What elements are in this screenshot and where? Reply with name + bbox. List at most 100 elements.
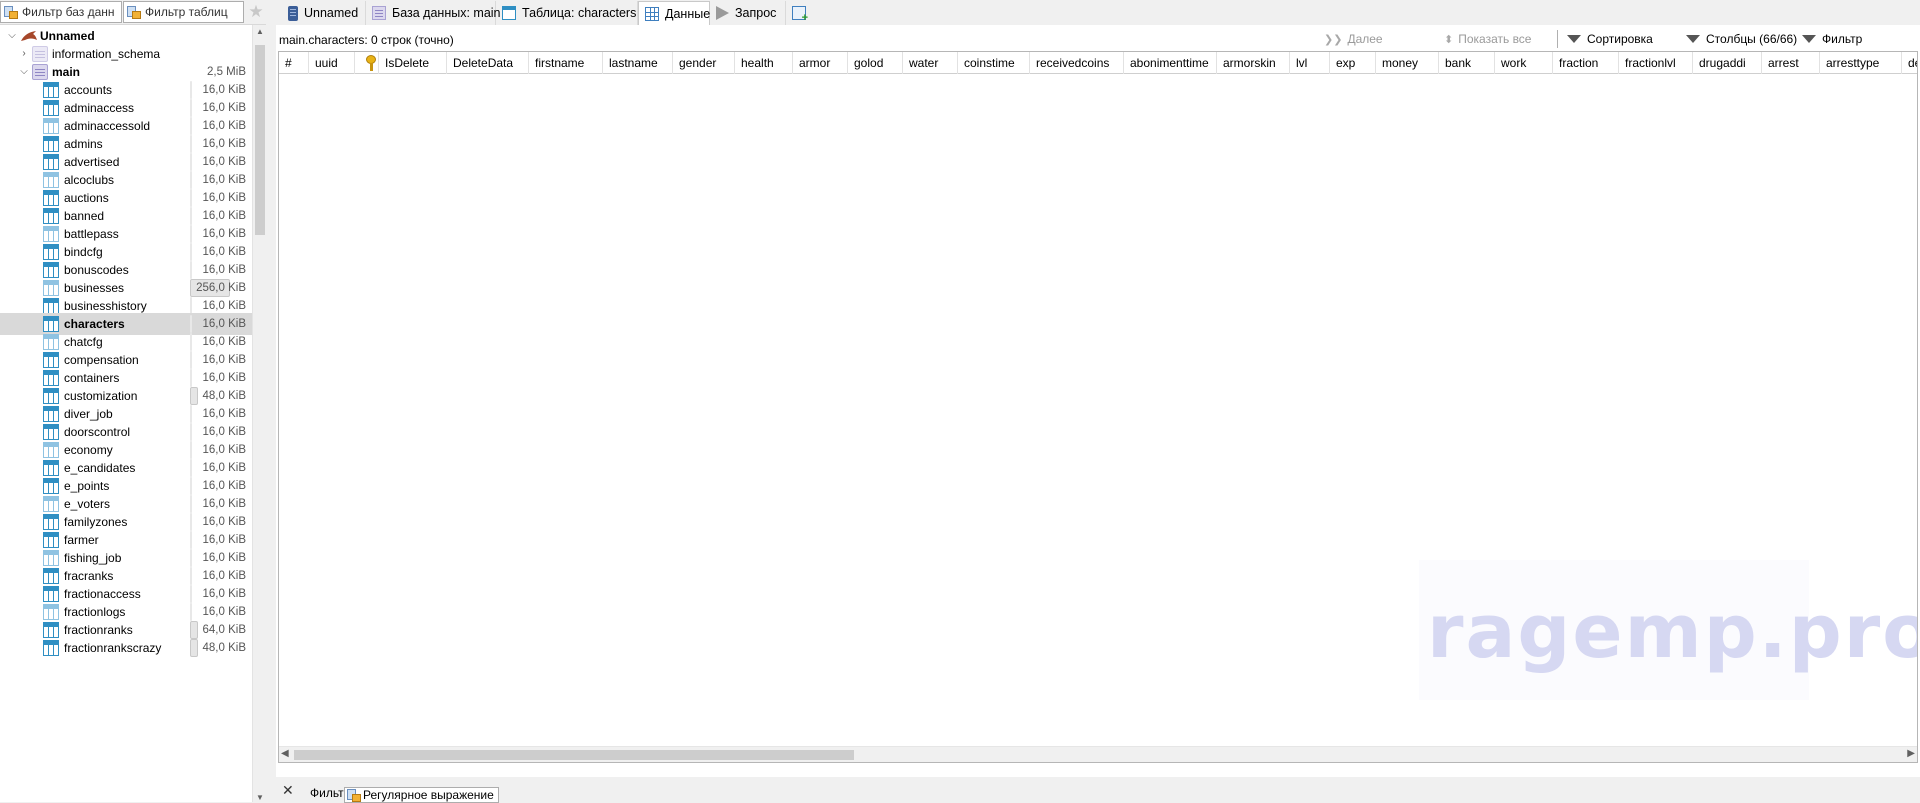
- close-icon[interactable]: ✕: [282, 783, 294, 797]
- column-header-label: golod: [854, 56, 884, 70]
- chevron-right-icon[interactable]: ›: [18, 47, 30, 61]
- column-header[interactable]: der: [1902, 52, 1917, 74]
- column-header[interactable]: money: [1376, 52, 1439, 74]
- column-header[interactable]: golod: [848, 52, 903, 74]
- favorites-star-icon[interactable]: ★: [246, 2, 266, 22]
- column-header-label: armorskin: [1223, 56, 1276, 70]
- next-button[interactable]: ❯❯ Далее: [1324, 30, 1383, 48]
- database-filter-input[interactable]: Фильтр баз данн: [0, 1, 122, 23]
- tab-server[interactable]: Unnamed: [282, 1, 366, 25]
- regex-filter-input[interactable]: Регулярное выражение: [344, 787, 499, 803]
- data-grid[interactable]: # uuid IsDelete DeleteData firstname lastname…: [278, 51, 1918, 763]
- scroll-down-icon[interactable]: ▼: [253, 793, 267, 802]
- column-header[interactable]: fractionlvl: [1619, 52, 1693, 74]
- tab-query[interactable]: Запрос: [710, 1, 786, 25]
- horizontal-scroll-thumb[interactable]: [294, 750, 854, 760]
- tree-scroll-thumb[interactable]: [255, 45, 265, 235]
- table-name: adminaccessold: [64, 119, 151, 133]
- column-header[interactable]: lastname: [603, 52, 673, 74]
- table-name: e_voters: [64, 497, 111, 511]
- column-header[interactable]: IsDelete: [379, 52, 447, 74]
- column-header[interactable]: water: [903, 52, 958, 74]
- sort-button[interactable]: Сортировка: [1567, 30, 1653, 48]
- table-size-text: 16,0 KiB: [202, 408, 246, 420]
- database-name: main: [52, 65, 81, 79]
- tab-data[interactable]: Данные: [638, 1, 710, 25]
- column-header[interactable]: #: [279, 52, 309, 74]
- column-header[interactable]: uuid: [309, 52, 355, 74]
- column-header[interactable]: work: [1495, 52, 1553, 74]
- column-header[interactable]: coinstime: [958, 52, 1030, 74]
- dropdown-arrow-icon: [1802, 35, 1816, 43]
- column-header[interactable]: DeleteData: [447, 52, 529, 74]
- scroll-right-icon[interactable]: ▶: [1907, 748, 1915, 759]
- column-header-label: abonimenttime: [1130, 56, 1209, 70]
- chevron-down-icon[interactable]: ⌵: [18, 65, 30, 79]
- column-header[interactable]: armor: [793, 52, 848, 74]
- tree-item-table[interactable]: fractionrankscrazy 48,0 KiB: [0, 637, 252, 659]
- dolphin-icon: [21, 31, 37, 41]
- table-icon: [43, 154, 59, 170]
- table-size-text: 16,0 KiB: [202, 426, 246, 438]
- data-view: main.characters: 0 строк (точно) ❯❯ Дале…: [276, 25, 1920, 777]
- table-name: fractionaccess: [64, 587, 141, 601]
- column-header[interactable]: abonimenttime: [1124, 52, 1217, 74]
- table-icon: [43, 586, 59, 602]
- column-header[interactable]: drugaddi: [1693, 52, 1762, 74]
- filter-button[interactable]: Фильтр: [1802, 30, 1862, 48]
- table-size-text: 16,0 KiB: [202, 462, 246, 474]
- new-query-icon: [792, 6, 808, 24]
- table-icon: [43, 406, 59, 422]
- table-icon: [43, 334, 59, 350]
- column-header[interactable]: receivedcoins: [1030, 52, 1124, 74]
- column-header[interactable]: [355, 52, 379, 74]
- column-header[interactable]: gender: [673, 52, 735, 74]
- table-icon: [43, 82, 59, 98]
- table-icon: [43, 442, 59, 458]
- column-header[interactable]: fraction: [1553, 52, 1619, 74]
- new-query-tab-button[interactable]: [786, 1, 814, 25]
- column-header[interactable]: arresttype: [1820, 52, 1902, 74]
- column-header-label: exp: [1336, 56, 1356, 70]
- database-icon: [32, 64, 48, 80]
- column-header[interactable]: firstname: [529, 52, 603, 74]
- database-tree: ⌵ Unnamed › information_schema ⌵ main 2,…: [0, 25, 252, 802]
- table-icon: [43, 298, 59, 314]
- horizontal-scrollbar[interactable]: ◀ ▶: [279, 746, 1917, 762]
- tab-database[interactable]: База данных: main: [366, 1, 501, 25]
- table-icon: [43, 388, 59, 404]
- table-name: advertised: [64, 155, 120, 169]
- column-header[interactable]: armorskin: [1217, 52, 1290, 74]
- next-label: Далее: [1347, 32, 1383, 46]
- table-icon: [43, 604, 59, 620]
- database-name: information_schema: [52, 47, 161, 61]
- play-icon: [716, 6, 729, 20]
- table-filter-input[interactable]: Фильтр таблиц: [123, 1, 244, 23]
- column-header[interactable]: exp: [1330, 52, 1376, 74]
- table-icon: [43, 118, 59, 134]
- table-size-text: 16,0 KiB: [202, 516, 246, 528]
- table-size-text: 16,0 KiB: [202, 498, 246, 510]
- scroll-up-icon[interactable]: ▲: [253, 27, 267, 36]
- chevron-down-icon[interactable]: ⌵: [6, 29, 18, 43]
- table-size-text: 48,0 KiB: [202, 642, 246, 654]
- column-header[interactable]: health: [735, 52, 793, 74]
- regex-label: Регулярное выражение: [363, 788, 494, 802]
- column-header-label: bank: [1445, 56, 1472, 70]
- tree-scrollbar[interactable]: ▲ ▼: [252, 25, 266, 802]
- column-header-label: lastname: [609, 56, 658, 70]
- column-header-label: firstname: [535, 56, 585, 70]
- column-header[interactable]: bank: [1439, 52, 1495, 74]
- tab-table[interactable]: Таблица: characters: [496, 1, 638, 25]
- column-header[interactable]: arrest: [1762, 52, 1820, 74]
- tab-label: Запрос: [735, 6, 777, 20]
- show-all-button[interactable]: ⬍ Показать все: [1444, 30, 1531, 48]
- scroll-left-icon[interactable]: ◀: [281, 748, 289, 759]
- table-name: chatcfg: [64, 335, 103, 349]
- table-size-text: 16,0 KiB: [202, 192, 246, 204]
- filter-label: Фильтр: [1822, 32, 1863, 46]
- columns-button[interactable]: Столбцы (66/66): [1686, 30, 1797, 48]
- column-header[interactable]: lvl: [1290, 52, 1330, 74]
- table-size-text: 16,0 KiB: [202, 264, 246, 276]
- table-icon: [43, 532, 59, 548]
